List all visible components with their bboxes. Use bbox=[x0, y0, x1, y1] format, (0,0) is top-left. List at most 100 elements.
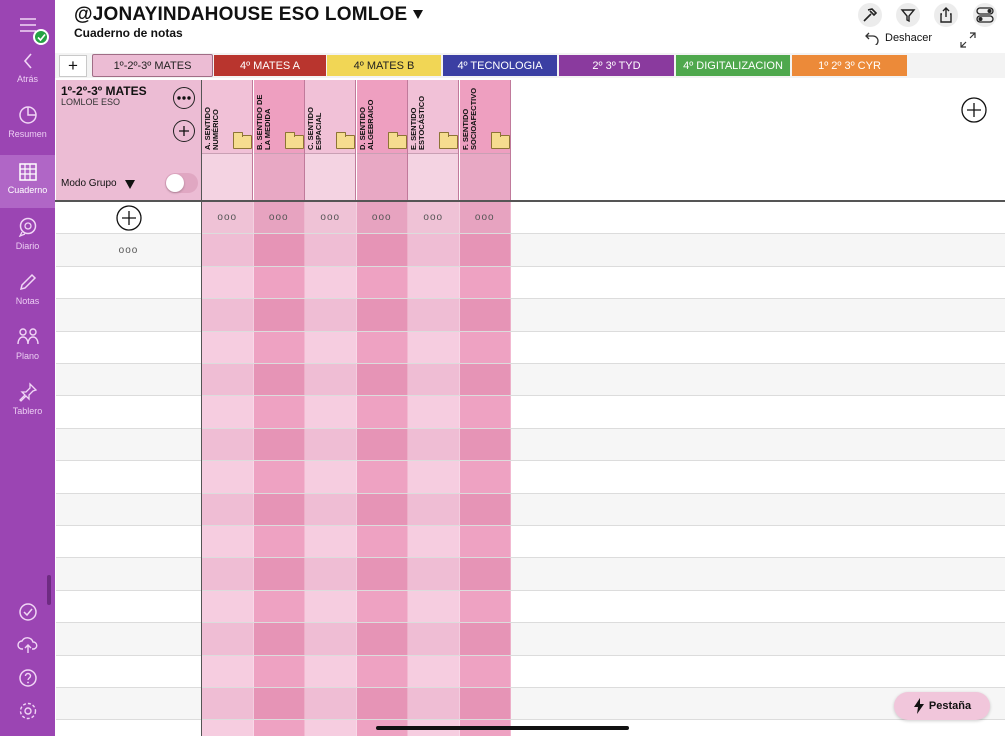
tab-7[interactable]: 1º 2º 3º CYR bbox=[792, 55, 907, 76]
grade-cell[interactable] bbox=[408, 493, 460, 525]
grade-cell[interactable] bbox=[408, 234, 460, 266]
add-student-cell[interactable] bbox=[56, 202, 201, 233]
grade-cell[interactable]: ooo bbox=[356, 202, 408, 234]
student-cell[interactable] bbox=[56, 299, 201, 330]
grade-cell[interactable] bbox=[305, 493, 357, 525]
group-more-button[interactable] bbox=[173, 87, 195, 109]
grade-cell[interactable] bbox=[408, 364, 460, 396]
add-tab-button[interactable]: + bbox=[59, 55, 87, 77]
grade-cell[interactable] bbox=[408, 526, 460, 558]
cloud-button[interactable] bbox=[0, 635, 55, 655]
sidebar-item-resumen[interactable]: Resumen bbox=[0, 105, 55, 139]
criterion-column-header[interactable]: B. SENTIDO DE LA MEDIDA bbox=[253, 80, 305, 200]
grade-cell[interactable] bbox=[356, 493, 408, 525]
grade-cell[interactable] bbox=[253, 364, 305, 396]
student-cell[interactable] bbox=[56, 623, 201, 654]
grade-cell[interactable] bbox=[356, 623, 408, 655]
help-button[interactable] bbox=[0, 668, 55, 688]
grade-cell[interactable] bbox=[408, 623, 460, 655]
menu-button[interactable] bbox=[0, 18, 55, 32]
grade-cell[interactable] bbox=[356, 396, 408, 428]
grade-cell[interactable] bbox=[459, 428, 511, 461]
student-cell[interactable] bbox=[56, 558, 201, 589]
mode-toggle[interactable] bbox=[165, 173, 198, 193]
sidebar-scroll-indicator[interactable] bbox=[47, 575, 51, 605]
grade-cell[interactable] bbox=[253, 299, 305, 331]
grade-cell[interactable] bbox=[459, 461, 511, 493]
sidebar-item-cuaderno[interactable]: Cuaderno bbox=[0, 155, 55, 208]
tools-button[interactable] bbox=[858, 3, 882, 27]
grade-cell[interactable] bbox=[305, 396, 357, 428]
share-button[interactable] bbox=[934, 3, 958, 27]
grade-cell[interactable] bbox=[356, 558, 408, 590]
grade-cell[interactable] bbox=[253, 266, 305, 299]
page-title[interactable]: @JONAYINDAHOUSE ESO LOMLOE bbox=[74, 4, 407, 26]
grade-cell[interactable] bbox=[408, 688, 460, 720]
tab-6[interactable]: 4º DIGITALIZACION bbox=[676, 55, 790, 76]
grade-cell[interactable] bbox=[408, 461, 460, 493]
grade-cell[interactable] bbox=[202, 493, 254, 525]
student-cell[interactable] bbox=[56, 332, 201, 363]
grade-cell[interactable] bbox=[202, 590, 254, 623]
student-cell[interactable] bbox=[56, 526, 201, 557]
grade-cell[interactable]: ooo bbox=[253, 202, 305, 234]
grade-cell[interactable] bbox=[459, 299, 511, 331]
grade-cell[interactable] bbox=[202, 623, 254, 655]
grade-cell[interactable] bbox=[305, 364, 357, 396]
undo-button[interactable]: Deshacer bbox=[864, 31, 932, 45]
grade-cell[interactable] bbox=[459, 396, 511, 428]
grade-cell[interactable] bbox=[305, 428, 357, 461]
grade-cell[interactable] bbox=[356, 331, 408, 363]
grade-cell[interactable] bbox=[305, 720, 357, 736]
sidebar-item-plano[interactable]: Plano bbox=[0, 327, 55, 361]
group-name[interactable]: 1º-2º-3º MATES bbox=[61, 84, 147, 98]
grade-cell[interactable] bbox=[253, 493, 305, 525]
grade-cell[interactable] bbox=[459, 590, 511, 623]
grade-cell[interactable] bbox=[356, 590, 408, 623]
student-cell[interactable] bbox=[56, 688, 201, 719]
grade-cell[interactable] bbox=[356, 428, 408, 461]
grade-cell[interactable] bbox=[253, 558, 305, 590]
grade-cell[interactable] bbox=[305, 461, 357, 493]
grade-cell[interactable] bbox=[305, 655, 357, 687]
grade-cell[interactable]: ooo bbox=[202, 202, 254, 234]
grade-cell[interactable] bbox=[253, 396, 305, 428]
grade-cell[interactable] bbox=[459, 266, 511, 299]
grade-cell[interactable] bbox=[253, 655, 305, 687]
grade-cell[interactable] bbox=[305, 590, 357, 623]
criterion-column-header[interactable]: D. SENTIDO ALGEBRAICO bbox=[356, 80, 408, 200]
grade-cell[interactable] bbox=[202, 428, 254, 461]
grade-cell[interactable] bbox=[202, 720, 254, 736]
grade-cell[interactable] bbox=[356, 688, 408, 720]
group-add-button[interactable] bbox=[173, 120, 195, 142]
grade-cell[interactable] bbox=[408, 266, 460, 299]
criterion-column-header[interactable]: A. SENTIDO NUMÉRICO bbox=[202, 80, 253, 200]
grade-cell[interactable] bbox=[202, 558, 254, 590]
folder-icon[interactable] bbox=[284, 132, 304, 149]
grade-cell[interactable] bbox=[408, 396, 460, 428]
student-cell[interactable] bbox=[56, 461, 201, 492]
grade-cell[interactable] bbox=[253, 720, 305, 736]
settings-button[interactable] bbox=[0, 701, 55, 721]
folder-icon[interactable] bbox=[387, 132, 407, 149]
grade-cell[interactable] bbox=[253, 461, 305, 493]
student-cell[interactable]: ooo bbox=[56, 234, 201, 265]
grade-cell[interactable] bbox=[408, 299, 460, 331]
criterion-column-header[interactable]: C. SENTIDO ESPACIAL bbox=[305, 80, 356, 200]
grade-cell[interactable] bbox=[253, 331, 305, 363]
grade-cell[interactable] bbox=[459, 234, 511, 266]
mode-dropdown-icon[interactable] bbox=[125, 180, 135, 189]
sidebar-item-tablero[interactable]: Tablero bbox=[0, 382, 55, 416]
expand-button[interactable] bbox=[959, 31, 977, 54]
grade-cell[interactable] bbox=[202, 526, 254, 558]
student-cell[interactable] bbox=[56, 364, 201, 395]
grade-cell[interactable] bbox=[459, 655, 511, 687]
tab-3[interactable]: 4º MATES B bbox=[327, 55, 441, 76]
grade-cell[interactable] bbox=[356, 364, 408, 396]
grade-cell[interactable] bbox=[253, 234, 305, 266]
grade-cell[interactable] bbox=[356, 655, 408, 687]
folder-icon[interactable] bbox=[490, 132, 510, 149]
tab-4[interactable]: 4º TECNOLOGIA bbox=[443, 55, 557, 76]
tab-5[interactable]: 2º 3º TYD bbox=[559, 55, 674, 76]
sidebar-item-notas[interactable]: Notas bbox=[0, 272, 55, 306]
